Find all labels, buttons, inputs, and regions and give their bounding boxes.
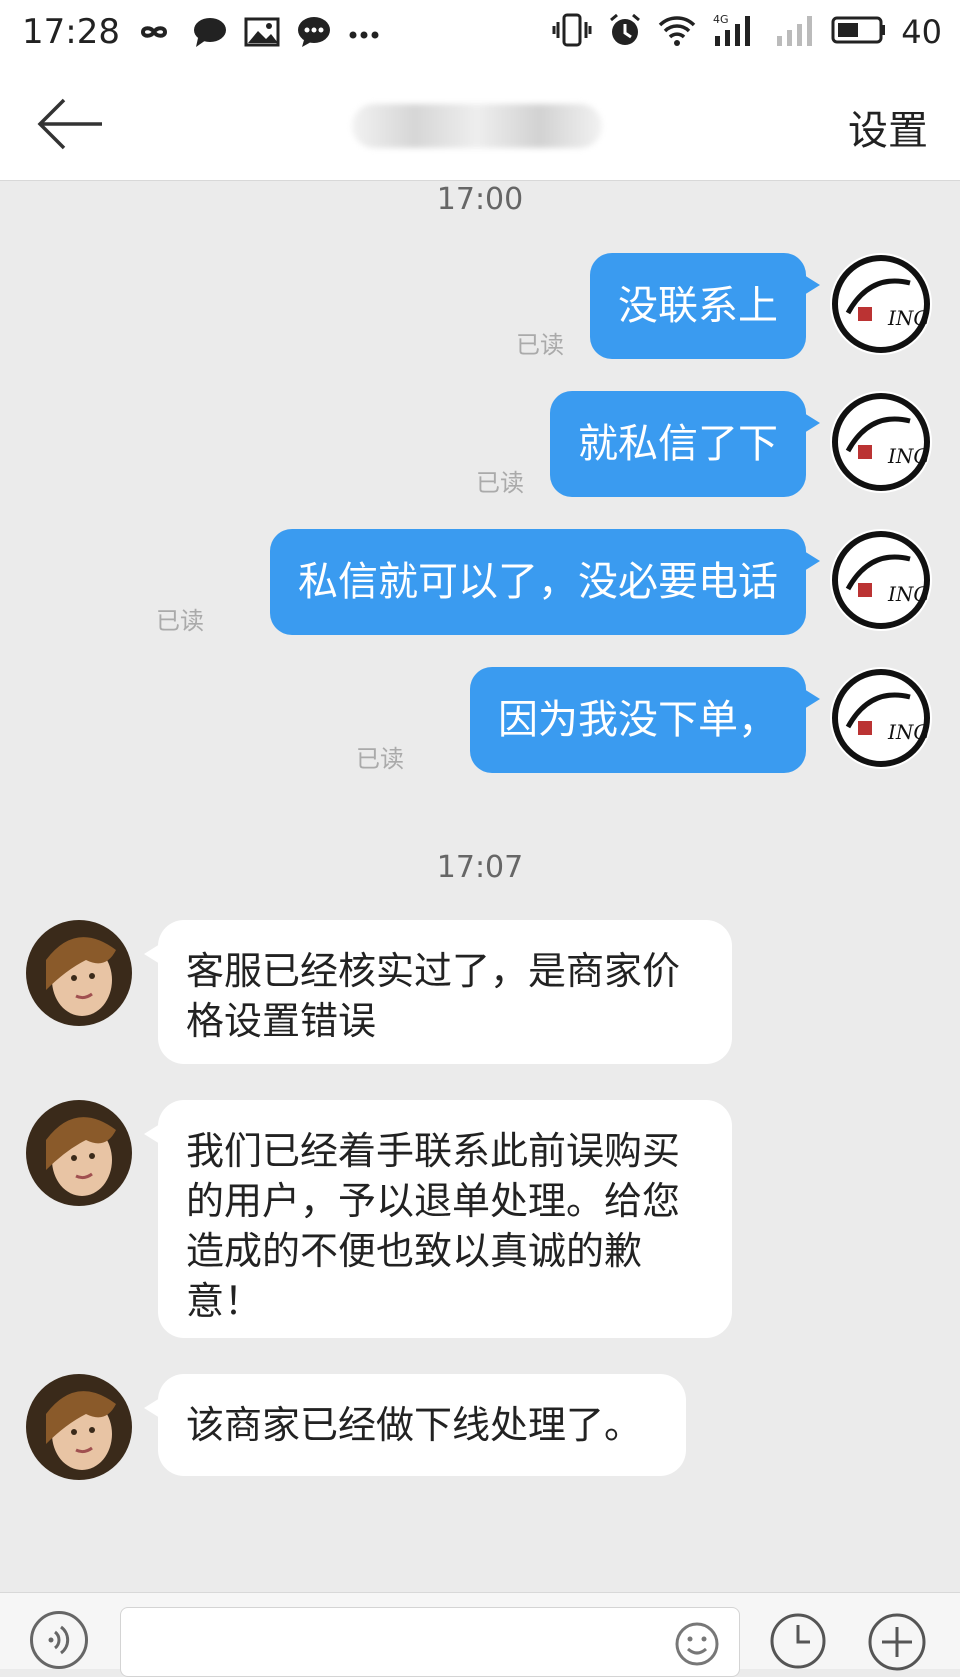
message-bubble-received[interactable]: 该商家已经做下线处理了。 [144, 1374, 686, 1476]
message-bubble-received[interactable]: 我们已经着手联系此前误购买的用户，予以退单处理。给您造成的不便也致以真诚的歉意！ [144, 1100, 732, 1338]
settings-button[interactable]: 设置 [848, 98, 928, 156]
read-status: 已读 [476, 469, 524, 497]
status-right-icons: 4G 40 [551, 12, 942, 52]
message-bubble-sent[interactable]: 就私信了下 [550, 391, 820, 497]
read-status: 已读 [516, 331, 564, 359]
signal-icon [773, 12, 817, 52]
svg-text:ING: ING [887, 582, 929, 606]
input-bar [0, 1592, 960, 1677]
signal-4g-icon: 4G [711, 12, 759, 52]
message-bubble-sent[interactable]: 私信就可以了，没必要电话 [270, 529, 820, 635]
status-bar: 17:28 4G 40 [0, 0, 960, 68]
clock-icon [770, 1613, 826, 1669]
conversation-title [352, 104, 602, 148]
alarm-icon [607, 12, 643, 52]
avatar[interactable] [26, 1100, 132, 1206]
arrow-left-icon [37, 98, 102, 150]
chat-timestamp: 17:00 [436, 182, 524, 217]
message-row-sent: 已读 私信就可以了，没必要电话 ING [0, 529, 960, 635]
image-icon [244, 17, 280, 51]
message-bubble-received[interactable]: 客服已经核实过了，是商家价格设置错误 [144, 920, 732, 1064]
schedule-button[interactable] [768, 1611, 828, 1671]
chat-header: 设置 [0, 68, 960, 181]
more-options-button[interactable] [866, 1611, 928, 1673]
read-status: 已读 [356, 745, 404, 773]
avatar[interactable] [26, 1374, 132, 1480]
voice-button[interactable] [30, 1611, 88, 1669]
message-bubble-sent[interactable]: 没联系上 [590, 253, 820, 359]
svg-text:ING: ING [887, 444, 929, 468]
plus-icon [868, 1613, 926, 1671]
vibrate-icon [551, 12, 593, 52]
avatar[interactable] [26, 920, 132, 1026]
avatar[interactable]: ING [830, 253, 932, 355]
back-button[interactable] [36, 94, 108, 154]
svg-text:4G: 4G [713, 13, 729, 26]
emoji-icon [675, 1622, 719, 1666]
message-icon [296, 16, 332, 52]
status-left-icons [132, 16, 380, 52]
status-time: 17:28 [22, 12, 120, 52]
infinity-icon [132, 17, 176, 51]
avatar[interactable]: ING [830, 529, 932, 631]
avatar[interactable]: ING [830, 391, 932, 493]
emoji-button[interactable] [672, 1619, 722, 1669]
svg-text:ING: ING [887, 720, 929, 744]
message-row-sent: 已读 就私信了下 ING [0, 391, 960, 497]
message-row-sent: 已读 因为我没下单， ING [0, 667, 960, 773]
wifi-icon [657, 13, 697, 51]
battery-percent: 40 [901, 13, 942, 51]
battery-icon [831, 15, 887, 49]
message-bubble-sent[interactable]: 因为我没下单， [470, 667, 820, 773]
avatar[interactable]: ING [830, 667, 932, 769]
chat-bubble-icon [192, 16, 228, 52]
message-input[interactable] [120, 1607, 740, 1677]
read-status: 已读 [156, 607, 204, 635]
message-row-sent: 已读 没联系上 ING [0, 253, 960, 359]
chat-timestamp: 17:07 [436, 850, 524, 885]
more-icon [348, 25, 380, 44]
svg-text:ING: ING [887, 306, 929, 330]
voice-icon [48, 1625, 70, 1655]
